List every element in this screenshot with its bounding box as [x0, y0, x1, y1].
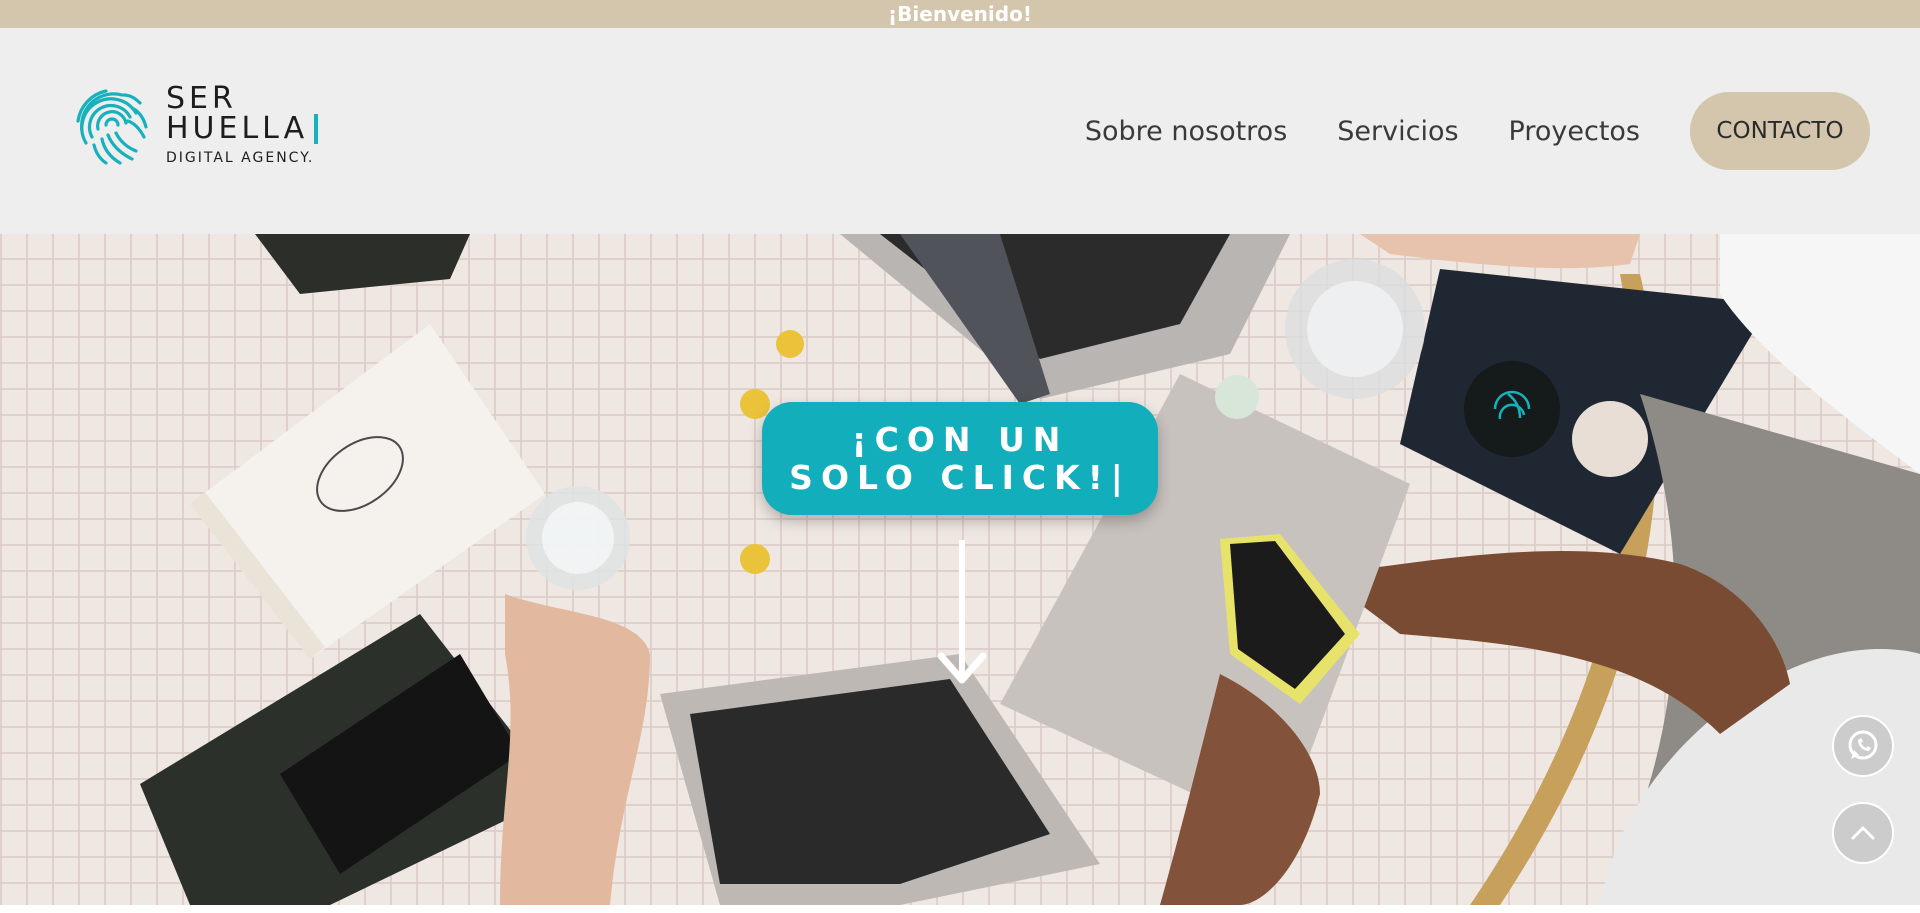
fingerprint-logo-icon — [76, 89, 148, 165]
site-logo[interactable]: SER HUELLA DIGITAL AGENCY. — [68, 80, 328, 170]
welcome-text: ¡Bienvenido! — [888, 2, 1032, 26]
nav-item-servicios[interactable]: Servicios — [1337, 116, 1458, 147]
nav-item-proyectos[interactable]: Proyectos — [1509, 116, 1640, 147]
site-header: SER HUELLA DIGITAL AGENCY. Sobre nosotro… — [0, 28, 1920, 234]
main-nav: Sobre nosotros Servicios Proyectos CONTA… — [1085, 92, 1870, 170]
arrow-down-icon[interactable] — [937, 540, 987, 690]
scroll-to-top-button[interactable] — [1832, 802, 1894, 864]
logo-text-ser: SER — [166, 81, 237, 116]
hero-banner: ¡CON UN SOLO CLICK!| — [0, 234, 1920, 905]
logo-tagline: DIGITAL AGENCY. — [166, 150, 315, 166]
contact-button[interactable]: CONTACTO — [1690, 92, 1870, 170]
welcome-bar: ¡Bienvenido! — [0, 0, 1920, 28]
page-bottom-edge — [0, 905, 1920, 913]
whatsapp-icon — [1848, 730, 1878, 760]
hero-cta-button[interactable]: ¡CON UN SOLO CLICK!| — [762, 402, 1158, 515]
nav-item-sobre-nosotros[interactable]: Sobre nosotros — [1085, 116, 1287, 147]
chevron-up-icon — [1851, 826, 1875, 840]
whatsapp-button[interactable] — [1832, 715, 1894, 777]
hero-cta-label: ¡CON UN SOLO CLICK!| — [789, 419, 1131, 497]
logo-text-huella: HUELLA — [166, 114, 318, 144]
